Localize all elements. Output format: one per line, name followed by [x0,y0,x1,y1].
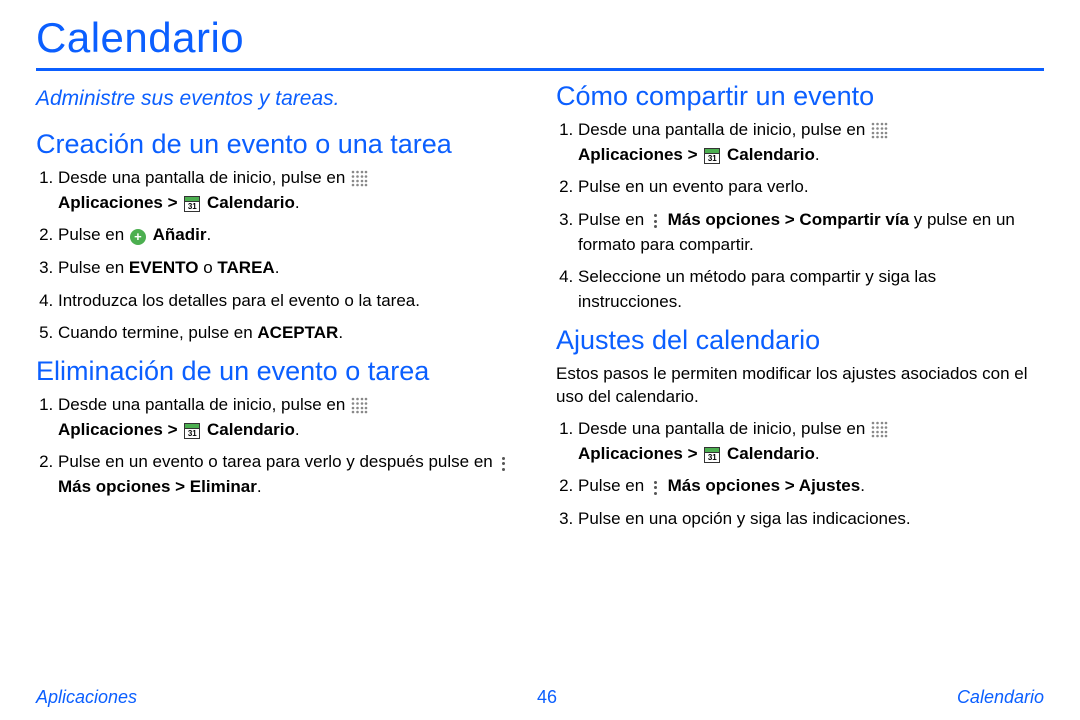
calendar-icon [704,148,720,164]
text: . [295,420,300,439]
text: Desde una pantalla de inicio, pulse en [578,120,870,139]
calendar-label: Calendario [727,444,815,463]
text: Cuando termine, pulse en [58,323,257,342]
section-delete-heading: Eliminación de un evento o tarea [36,356,524,387]
text: Pulse en [58,258,129,277]
calendar-icon [184,196,200,212]
list-item: Pulse en una opción y siga las indicacio… [578,507,1044,532]
create-steps: Desde una pantalla de inicio, pulse en A… [36,166,524,346]
list-item: Pulse en Más opciones > Compartir vía y … [578,208,1044,257]
text: > [688,444,703,463]
text: . [815,444,820,463]
list-item: Seleccione un método para compartir y si… [578,265,1044,314]
footer-left: Aplicaciones [36,687,137,708]
more-options-icon [650,213,662,229]
more-options-icon [498,456,510,472]
more-eliminar-path: Más opciones > Eliminar [58,477,257,496]
section-create-heading: Creación de un evento o una tarea [36,129,524,160]
evento-label: EVENTO [129,258,199,277]
footer-page-number: 46 [537,687,557,708]
list-item: Introduzca los detalles para el evento o… [58,289,524,314]
list-item: Desde una pantalla de inicio, pulse en A… [58,166,524,215]
calendar-icon [704,447,720,463]
calendar-label: Calendario [207,420,295,439]
accept-label: ACEPTAR [257,323,338,342]
list-item: Pulse en un evento para verlo. [578,175,1044,200]
text: Desde una pantalla de inicio, pulse en [58,395,350,414]
apps-label: Aplicaciones [58,193,163,212]
text: . [206,225,211,244]
more-options-icon [650,480,662,496]
tarea-label: TAREA [217,258,274,277]
settings-steps: Desde una pantalla de inicio, pulse en A… [556,417,1044,532]
text: > [168,193,183,212]
more-ajustes-path: Más opciones > Ajustes [668,476,861,495]
page-subtitle: Administre sus eventos y tareas. [36,87,524,111]
list-item: Pulse en Más opciones > Ajustes. [578,474,1044,499]
apps-label: Aplicaciones [58,420,163,439]
text: . [257,477,262,496]
page-title: Calendario [36,14,1044,62]
list-item: Pulse en un evento o tarea para verlo y … [58,450,524,499]
text: . [815,145,820,164]
left-column: Administre sus eventos y tareas. Creació… [36,81,524,542]
list-item: Pulse en + Añadir. [58,223,524,248]
apps-grid-icon [351,397,368,414]
text: Pulse en [58,225,129,244]
text: > [688,145,703,164]
calendar-label: Calendario [727,145,815,164]
footer-right: Calendario [957,687,1044,708]
apps-label: Aplicaciones [578,145,683,164]
apps-grid-icon [871,421,888,438]
apps-grid-icon [871,122,888,139]
list-item: Desde una pantalla de inicio, pulse en A… [58,393,524,442]
text: Desde una pantalla de inicio, pulse en [58,168,350,187]
add-label: Añadir [153,225,207,244]
share-steps: Desde una pantalla de inicio, pulse en A… [556,118,1044,314]
columns: Administre sus eventos y tareas. Creació… [36,81,1044,542]
text: o [203,258,217,277]
calendar-label: Calendario [207,193,295,212]
right-column: Cómo compartir un evento Desde una panta… [556,81,1044,542]
text: Pulse en [578,210,649,229]
text: . [295,193,300,212]
delete-steps: Desde una pantalla de inicio, pulse en A… [36,393,524,500]
section-share-heading: Cómo compartir un evento [556,81,1044,112]
title-rule [36,68,1044,71]
text: . [275,258,280,277]
list-item: Cuando termine, pulse en ACEPTAR. [58,321,524,346]
text: . [338,323,343,342]
text: . [860,476,865,495]
text: Pulse en un evento o tarea para verlo y … [58,452,497,471]
text: Desde una pantalla de inicio, pulse en [578,419,870,438]
list-item: Desde una pantalla de inicio, pulse en A… [578,118,1044,167]
settings-intro: Estos pasos le permiten modificar los aj… [556,362,1044,410]
plus-icon: + [130,229,146,245]
list-item: Desde una pantalla de inicio, pulse en A… [578,417,1044,466]
more-compartir-path: Más opciones > Compartir vía [668,210,909,229]
manual-page: Calendario Administre sus eventos y tare… [0,0,1080,720]
apps-grid-icon [351,170,368,187]
text: Pulse en [578,476,649,495]
footer: Aplicaciones 46 Calendario [36,687,1044,708]
section-settings-heading: Ajustes del calendario [556,325,1044,356]
text: > [168,420,183,439]
calendar-icon [184,423,200,439]
list-item: Pulse en EVENTO o TAREA. [58,256,524,281]
apps-label: Aplicaciones [578,444,683,463]
